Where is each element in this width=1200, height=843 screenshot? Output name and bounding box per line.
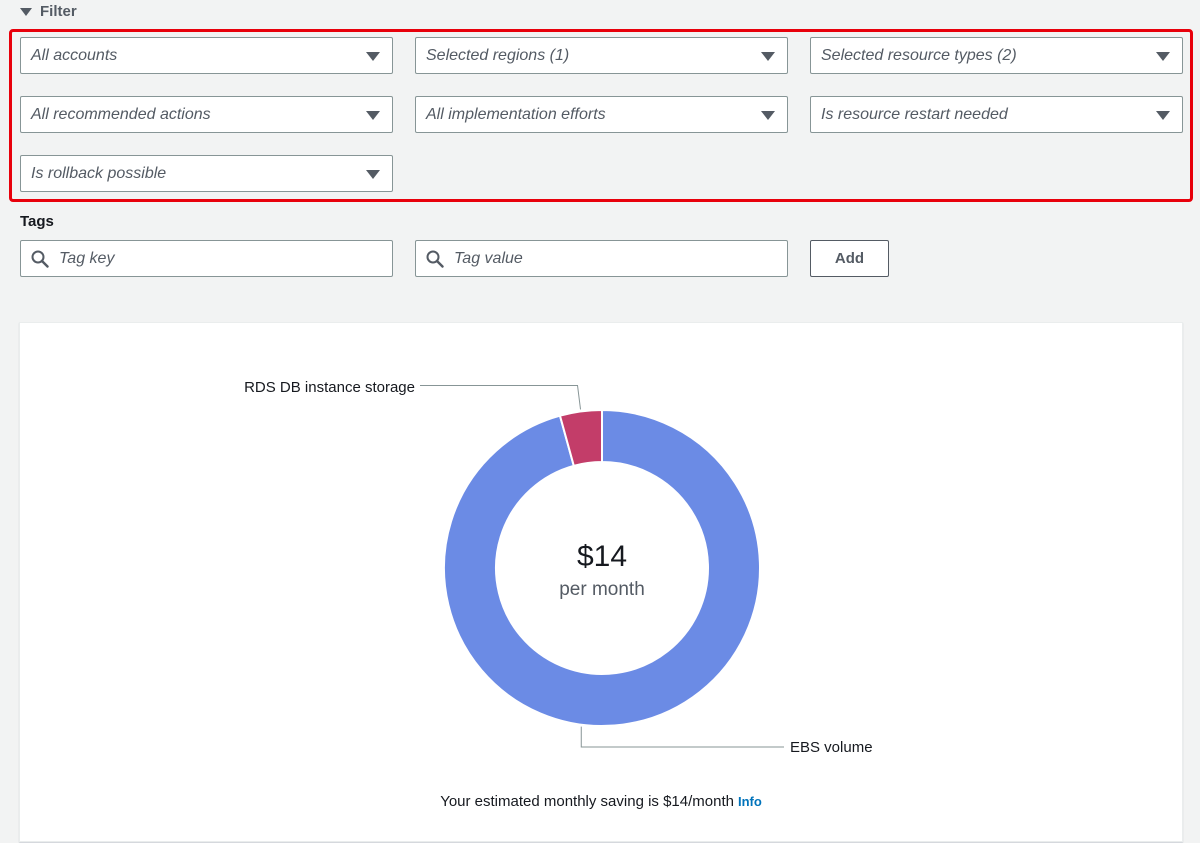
leader-line-rds	[420, 384, 582, 410]
filter-title: Filter	[40, 2, 77, 20]
caret-down-icon	[20, 8, 32, 16]
recommended-actions-select[interactable]: All recommended actions	[20, 96, 393, 133]
tags-label: Tags	[20, 213, 54, 230]
tag-value-placeholder: Tag value	[454, 249, 523, 267]
chevron-down-icon	[761, 52, 775, 61]
search-icon	[426, 250, 444, 268]
tag-key-placeholder: Tag key	[59, 249, 115, 267]
label-rds-db-instance-storage: RDS DB instance storage	[244, 379, 415, 396]
select-value: Is rollback possible	[31, 164, 167, 182]
info-link[interactable]: Info	[738, 794, 762, 809]
accounts-select[interactable]: All accounts	[20, 37, 393, 74]
select-value: Selected resource types (2)	[821, 46, 1017, 64]
select-value: All accounts	[31, 46, 118, 64]
select-value: All implementation efforts	[426, 105, 606, 123]
savings-panel: RDS DB instance storage EBS volume $14 p…	[19, 322, 1183, 842]
rollback-possible-select[interactable]: Is rollback possible	[20, 155, 393, 192]
chevron-down-icon	[1156, 111, 1170, 120]
tag-value-input[interactable]: Tag value	[415, 240, 788, 277]
center-value: $14	[577, 540, 627, 573]
tag-key-input[interactable]: Tag key	[20, 240, 393, 277]
leader-line-ebs	[580, 726, 784, 748]
chevron-down-icon	[366, 52, 380, 61]
saving-sentence: Your estimated monthly saving is $14/mon…	[440, 793, 734, 810]
select-value: Is resource restart needed	[821, 105, 1008, 123]
donut-chart: RDS DB instance storage EBS volume $14 p…	[244, 379, 873, 756]
estimated-saving-text: Your estimated monthly saving is $14/mon…	[20, 793, 1182, 810]
implementation-efforts-select[interactable]: All implementation efforts	[415, 96, 788, 133]
add-tag-button[interactable]: Add	[810, 240, 889, 277]
center-unit: per month	[559, 579, 645, 600]
restart-needed-select[interactable]: Is resource restart needed	[810, 96, 1183, 133]
select-value: All recommended actions	[31, 105, 211, 123]
chevron-down-icon	[366, 111, 380, 120]
resource-types-select[interactable]: Selected resource types (2)	[810, 37, 1183, 74]
chevron-down-icon	[1156, 52, 1170, 61]
filter-toggle[interactable]: Filter	[20, 0, 77, 22]
chevron-down-icon	[761, 111, 775, 120]
search-icon	[31, 250, 49, 268]
chevron-down-icon	[366, 170, 380, 179]
label-ebs-volume: EBS volume	[790, 739, 873, 756]
regions-select[interactable]: Selected regions (1)	[415, 37, 788, 74]
select-value: Selected regions (1)	[426, 46, 570, 64]
